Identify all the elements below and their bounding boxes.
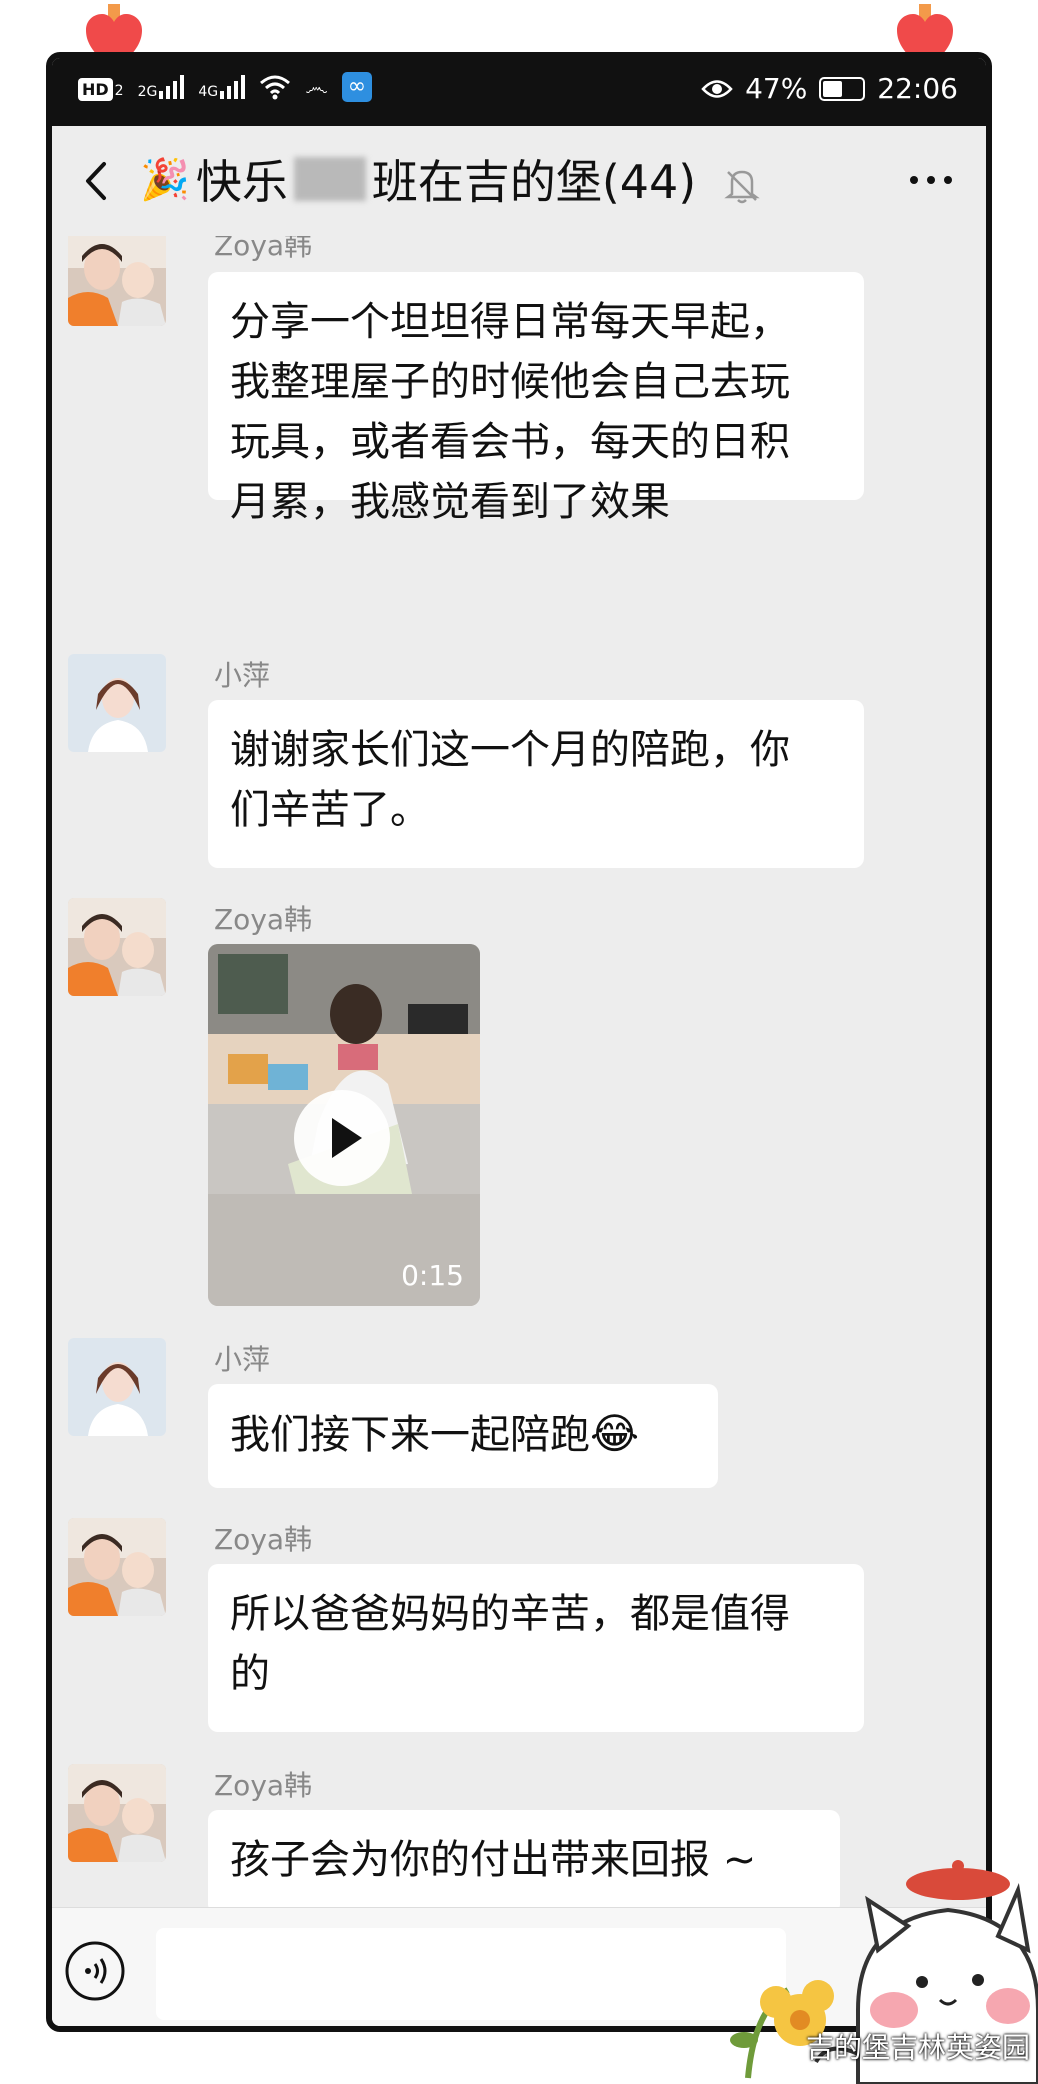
message-bubble[interactable]: 谢谢家长们这一个月的陪跑，你 们辛苦了。 bbox=[208, 700, 864, 868]
message-text-line: 分享一个坦坦得日常每天早起， bbox=[230, 299, 790, 345]
tears-of-joy-icon: 😂 bbox=[590, 1409, 640, 1458]
avatar[interactable] bbox=[68, 898, 166, 996]
more-dots-icon[interactable] bbox=[906, 162, 956, 198]
message-item: 小萍 我们接下来一起陪跑😂 bbox=[68, 1338, 968, 1488]
message-text-line: 我整理屋子的时候他会自己去玩 bbox=[230, 359, 790, 405]
message-list[interactable]: Zoya韩 分享一个坦坦得日常每天早起， 我整理屋子的时候他会自己去玩 玩具，或… bbox=[52, 236, 986, 1968]
watermark-text: 吉的堡吉林英姿园 bbox=[806, 2031, 1031, 2064]
chevron-left-icon[interactable] bbox=[74, 154, 122, 208]
hd-badge: HD 2 bbox=[78, 72, 124, 102]
avatar[interactable] bbox=[68, 654, 166, 752]
message-input[interactable] bbox=[156, 1928, 786, 2020]
avatar[interactable] bbox=[68, 236, 166, 326]
play-button[interactable] bbox=[294, 1090, 390, 1186]
signal-2g-icon: 2G bbox=[138, 75, 185, 99]
infinity-app-icon: ∞ bbox=[341, 72, 372, 102]
voice-mode-icon[interactable] bbox=[64, 1940, 126, 2002]
status-bar: HD 2 2G 4G ෴ ∞ 47% 22:06 bbox=[52, 58, 986, 126]
party-popper-icon: 🎉 bbox=[140, 156, 190, 203]
wifi-icon bbox=[260, 75, 291, 100]
chat-title[interactable]: 🎉 快乐 班在吉的堡(44) bbox=[140, 146, 696, 212]
bell-muted-icon bbox=[724, 170, 760, 204]
sender-name: Zoya韩 bbox=[214, 1769, 313, 1802]
message-item: Zoya韩 所以爸爸妈妈的辛苦，都是值得 的 bbox=[68, 1518, 968, 1732]
message-item: Zoya韩 0:15 bbox=[68, 898, 968, 1338]
sender-name: 小萍 bbox=[214, 659, 271, 692]
avatar[interactable] bbox=[68, 1518, 166, 1616]
sender-name: Zoya韩 bbox=[214, 236, 313, 262]
video-message[interactable]: 0:15 bbox=[208, 944, 480, 1306]
message-text-line: 们辛苦了。 bbox=[230, 787, 430, 833]
avatar[interactable] bbox=[68, 1764, 166, 1862]
message-item: 小萍 谢谢家长们这一个月的陪跑，你 们辛苦了。 bbox=[68, 654, 968, 868]
sender-name: Zoya韩 bbox=[214, 1523, 313, 1556]
bluetooth-like-icon: ෴ bbox=[305, 73, 328, 101]
sender-name: 小萍 bbox=[214, 1343, 271, 1376]
chat-header: 🎉 快乐 班在吉的堡(44) bbox=[52, 126, 986, 236]
message-item: Zoya韩 分享一个坦坦得日常每天早起， 我整理屋子的时候他会自己去玩 玩具，或… bbox=[68, 236, 968, 525]
clock: 22:06 bbox=[877, 72, 958, 105]
signal-4g-icon: 4G bbox=[198, 75, 246, 99]
message-text-line: 谢谢家长们这一个月的陪跑，你 bbox=[230, 727, 790, 773]
video-duration: 0:15 bbox=[401, 1259, 464, 1292]
message-bubble[interactable]: 所以爸爸妈妈的辛苦，都是值得 的 bbox=[208, 1564, 864, 1732]
chat-title-suffix: 班在吉的堡(44) bbox=[371, 155, 697, 209]
message-bubble[interactable]: 分享一个坦坦得日常每天早起， 我整理屋子的时候他会自己去玩 玩具，或者看会书，每… bbox=[208, 272, 864, 525]
avatar[interactable] bbox=[68, 1338, 166, 1436]
eye-icon bbox=[701, 79, 733, 98]
message-text-line: 玩具，或者看会书，每天的日积 bbox=[230, 419, 790, 465]
message-text-line: 的 bbox=[230, 1651, 270, 1697]
message-text-line: 我们接下来一起陪跑 bbox=[230, 1412, 590, 1458]
message-text-line: 所以爸爸妈妈的辛苦，都是值得 bbox=[230, 1591, 790, 1637]
battery-percent: 47% bbox=[745, 72, 808, 105]
sender-name: Zoya韩 bbox=[214, 903, 313, 936]
play-icon bbox=[332, 1118, 362, 1158]
chat-title-prefix: 快乐 bbox=[195, 155, 288, 209]
message-text-line: 月累，我感觉看到了效果 bbox=[230, 479, 670, 525]
phone-screen: HD 2 2G 4G ෴ ∞ 47% 22:06 🎉 快乐 班在吉的堡(44) … bbox=[46, 52, 992, 2032]
redacted-blur bbox=[293, 157, 366, 201]
battery-icon bbox=[819, 76, 866, 101]
message-bubble[interactable]: 我们接下来一起陪跑😂 bbox=[208, 1384, 718, 1488]
